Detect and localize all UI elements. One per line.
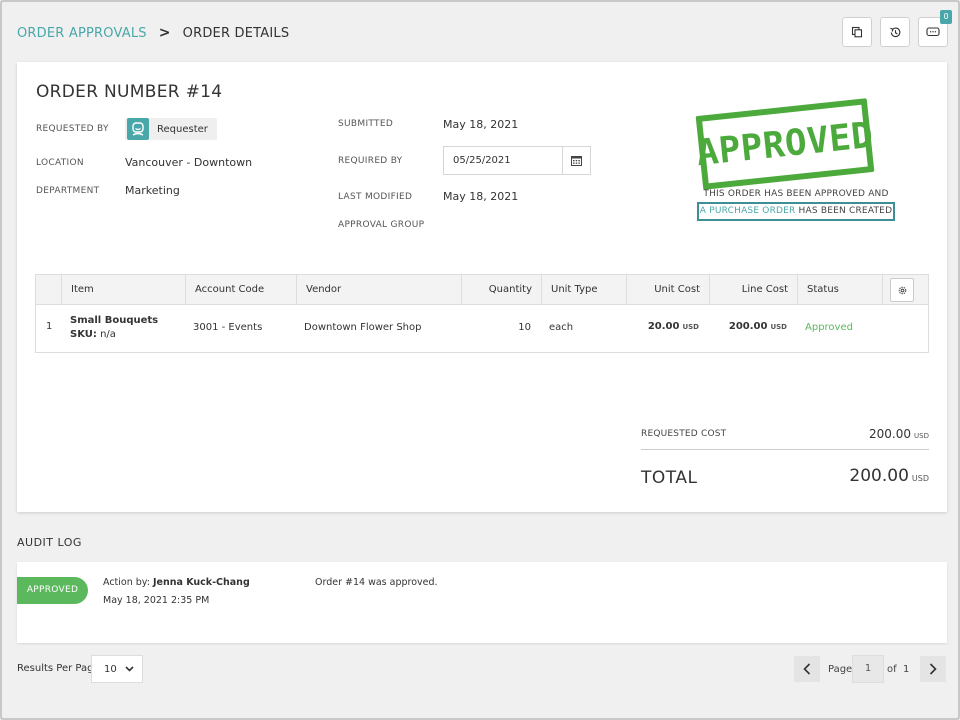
approval-note: THIS ORDER HAS BEEN APPROVED AND [703, 189, 889, 199]
audit-message: Order #14 was approved. [315, 577, 438, 588]
total-pages: 1 [903, 664, 910, 675]
requester-name: Requester [157, 123, 208, 135]
copy-icon [851, 26, 863, 38]
requested-cost-currency: USD [914, 432, 929, 440]
audit-timestamp: May 18, 2021 2:35 PM [103, 595, 210, 606]
location-label: LOCATION [36, 158, 84, 168]
unit-cost-cell: 20.00 USD [626, 321, 699, 332]
order-details-card: ORDER NUMBER #14 REQUESTED BY Requester … [17, 62, 947, 512]
status-cell: Approved [805, 322, 853, 333]
total-value: 200.00 [849, 466, 909, 486]
column-header-line-cost[interactable]: Line Cost [709, 275, 797, 305]
submitted-label: SUBMITTED [338, 119, 394, 129]
app-frame: ORDER APPROVALS > ORDER DETAILS 0 ORDER … [0, 0, 960, 720]
order-title: ORDER NUMBER #14 [36, 82, 223, 102]
required-by-label: REQUIRED BY [338, 156, 403, 166]
history-icon [889, 26, 900, 37]
calendar-icon [571, 156, 582, 166]
column-header-unit-cost[interactable]: Unit Cost [626, 275, 709, 305]
chevron-left-icon [803, 663, 811, 675]
approved-stamp: APPROVED [694, 98, 876, 190]
purchase-order-notice: A PURCHASE ORDER HAS BEEN CREATED [697, 202, 895, 221]
breadcrumb-order-approvals-link[interactable]: ORDER APPROVALS [17, 26, 147, 41]
page-label: Page [828, 664, 853, 675]
copy-button[interactable] [842, 17, 872, 47]
total-amount: 200.00 USD [849, 466, 929, 486]
audit-action-by: Action by: Jenna Kuck-Chang [103, 577, 250, 588]
item-sku-label: SKU: [70, 329, 97, 340]
audit-status-badge: APPROVED [17, 577, 88, 604]
required-by-date-field [443, 146, 591, 175]
total-currency: USD [911, 474, 929, 483]
chevron-right-icon [929, 663, 937, 675]
line-items-table: Item Account Code Vendor Quantity Unit T… [35, 274, 929, 353]
requested-cost-label: REQUESTED COST [641, 429, 727, 439]
breadcrumb-separator-icon: > [158, 25, 171, 41]
results-per-page-value: 10 [104, 663, 117, 675]
quantity-cell: 10 [518, 322, 531, 333]
line-cost-currency: USD [770, 323, 787, 331]
row-number: 1 [46, 321, 53, 332]
comment-icon [926, 27, 940, 37]
breadcrumb-current: ORDER DETAILS [182, 25, 290, 41]
page-of-label: of [887, 664, 897, 675]
next-page-button[interactable] [920, 656, 946, 682]
comments-count-badge: 0 [940, 10, 952, 24]
gear-icon [898, 286, 906, 294]
chevron-down-icon [125, 666, 134, 672]
results-per-page-label: Results Per Page [17, 663, 100, 674]
item-sku: SKU: n/a [70, 329, 116, 340]
column-header-account-code[interactable]: Account Code [185, 275, 296, 305]
purchase-order-link[interactable]: A PURCHASE ORDER [700, 206, 796, 216]
table-header: Item Account Code Vendor Quantity Unit T… [36, 275, 928, 305]
action-by-label: Action by: [103, 577, 150, 588]
calendar-button[interactable] [562, 147, 590, 174]
requested-cost-amount: 200.00 USD [869, 427, 929, 441]
history-button[interactable] [880, 17, 910, 47]
item-sku-value: n/a [100, 329, 116, 340]
table-settings-button[interactable] [890, 278, 914, 302]
line-cost-value: 200.00 [728, 321, 768, 332]
previous-page-button[interactable] [794, 656, 820, 682]
audit-log-card: APPROVED Action by: Jenna Kuck-Chang May… [17, 562, 947, 643]
account-code-cell: 3001 - Events [193, 322, 263, 333]
department-label: DEPARTMENT [36, 186, 100, 196]
last-modified-value: May 18, 2021 [443, 190, 519, 203]
approved-stamp-text: APPROVED [694, 114, 876, 174]
line-cost-cell: 200.00 USD [709, 321, 787, 332]
column-header-unit-type[interactable]: Unit Type [541, 275, 626, 305]
requester-avatar-icon [127, 118, 149, 140]
last-modified-label: LAST MODIFIED [338, 192, 413, 202]
requested-cost-row: REQUESTED COST 200.00 USD [641, 420, 929, 450]
column-header-quantity[interactable]: Quantity [461, 275, 541, 305]
submitted-value: May 18, 2021 [443, 118, 519, 131]
column-header-vendor[interactable]: Vendor [296, 275, 461, 305]
page-of-total: of 1 [887, 664, 909, 675]
total-label: TOTAL [641, 468, 698, 488]
location-value: Vancouver - Downtown [125, 156, 253, 169]
item-name: Small Bouquets [70, 315, 159, 326]
unit-cost-value: 20.00 [647, 321, 680, 332]
comments-button[interactable]: 0 [918, 10, 952, 47]
audit-log-title: AUDIT LOG [17, 536, 82, 549]
unit-cost-currency: USD [682, 323, 699, 331]
unit-type-cell: each [549, 322, 574, 333]
required-by-input[interactable] [444, 147, 562, 174]
purchase-order-suffix: HAS BEEN CREATED [795, 206, 893, 216]
results-per-page-select[interactable]: 10 [91, 655, 143, 683]
requested-by-label: REQUESTED BY [36, 124, 109, 134]
column-header-item[interactable]: Item [61, 275, 185, 305]
page-number-input[interactable]: 1 [852, 655, 884, 683]
action-by-user: Jenna Kuck-Chang [152, 577, 250, 588]
department-value: Marketing [125, 184, 180, 197]
vendor-cell: Downtown Flower Shop [304, 322, 422, 333]
requester-chip[interactable]: Requester [125, 118, 217, 140]
breadcrumb: ORDER APPROVALS > ORDER DETAILS [17, 25, 289, 41]
total-row: TOTAL 200.00 USD [641, 460, 929, 494]
requested-cost-value: 200.00 [869, 427, 912, 441]
column-header-status[interactable]: Status [797, 275, 882, 305]
approval-group-label: APPROVAL GROUP [338, 220, 425, 230]
